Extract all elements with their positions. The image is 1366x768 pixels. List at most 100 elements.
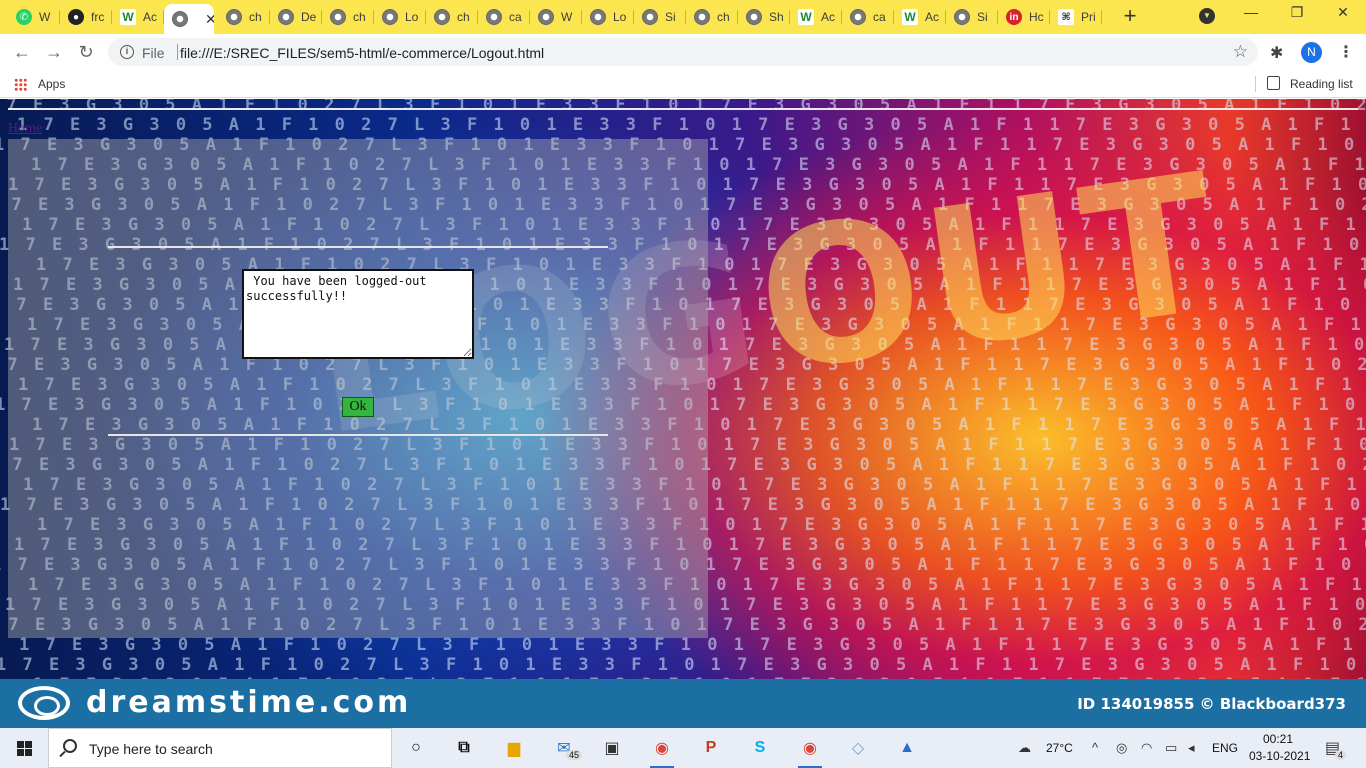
search-icon <box>63 739 77 753</box>
tab[interactable]: ca <box>478 4 530 30</box>
extensions-icon[interactable]: ✱ <box>1270 43 1283 63</box>
tab-close-icon[interactable]: ✕ <box>205 11 214 28</box>
language-indicator[interactable]: ENG <box>1212 741 1238 755</box>
tab[interactable]: Lo <box>582 4 634 30</box>
tab-title: W <box>39 10 51 24</box>
chrome-page-icon <box>746 9 762 25</box>
store-icon[interactable]: ▣ <box>598 734 626 762</box>
minimize-button[interactable]: — <box>1228 4 1274 28</box>
chrome-page-icon <box>278 9 294 25</box>
chrome-page-icon <box>850 9 866 25</box>
apps-bookmark[interactable]: Apps <box>38 77 65 91</box>
wifi-icon[interactable]: ◠ <box>1141 740 1152 756</box>
tab-title: Pri <box>1081 10 1096 24</box>
tab[interactable]: ch <box>686 4 738 30</box>
windows-logo-icon <box>17 741 24 748</box>
start-button[interactable] <box>0 728 48 768</box>
window-close-button[interactable]: ✕ <box>1320 4 1366 28</box>
tab-title: Ac <box>821 10 836 24</box>
home-link[interactable]: Home <box>8 121 42 137</box>
info-icon[interactable]: i <box>120 45 134 59</box>
tab[interactable]: ✕ <box>164 4 214 34</box>
photos-icon[interactable]: ▲ <box>893 734 921 762</box>
in-icon: in <box>1006 9 1022 25</box>
reload-button[interactable]: ↻ <box>74 41 98 63</box>
tab-title: Ac <box>925 10 940 24</box>
watermark-bar: dreamstime.com ID 134019855 © Blackboard… <box>0 679 1366 728</box>
tab[interactable]: in Hc <box>998 4 1050 30</box>
tab[interactable]: ch <box>322 4 374 30</box>
tab-separator <box>1101 10 1102 24</box>
panel-rule-top <box>108 246 608 248</box>
taskbar: Type here to search ○ ⧉ ▆ ✉ ▣ ◉ P S ◉ ◇ ▲ 45 ☁ 27°… <box>0 728 1366 768</box>
tab-title: Ac <box>143 10 158 24</box>
weather-icon[interactable]: ☁ <box>1018 740 1031 756</box>
chrome-page-icon <box>694 9 710 25</box>
pr-icon: ⌘ <box>1058 9 1074 25</box>
chrome-icon[interactable]: ◉ <box>648 734 676 768</box>
tab-title: Lo <box>405 10 419 24</box>
w-icon: W <box>902 9 918 25</box>
logout-message-textarea[interactable]: You have been logged-out successfully!! <box>242 269 474 359</box>
forward-button[interactable]: → <box>42 41 66 63</box>
watermark-site: dreamstime.com <box>86 685 412 720</box>
browser-toolbar: ← → ↻ i File file:///E:/SREC_FILES/sem5-… <box>0 34 1366 70</box>
new-tab-button[interactable]: + <box>1119 5 1141 28</box>
restore-button[interactable]: ❐ <box>1274 4 1320 28</box>
cortana-icon[interactable]: ○ <box>402 734 430 762</box>
windows-logo-icon <box>25 741 32 748</box>
skype-icon[interactable]: S <box>746 734 774 762</box>
tab[interactable]: ✆ W <box>8 4 60 30</box>
reading-list-button[interactable]: Reading list <box>1290 77 1353 91</box>
tab-title: W <box>561 10 573 24</box>
clock-date[interactable]: 03-10-2021 <box>1249 749 1310 763</box>
tab[interactable]: De <box>270 4 322 30</box>
bookmark-star-icon[interactable]: ☆ <box>1233 42 1248 62</box>
ok-button[interactable]: Ok <box>342 397 374 417</box>
back-button[interactable]: ← <box>10 41 34 63</box>
tab[interactable]: ch <box>218 4 270 30</box>
file-explorer-icon[interactable]: ▆ <box>500 734 528 762</box>
antivirus-icon[interactable]: ◎ <box>1116 740 1127 756</box>
tab[interactable]: ca <box>842 4 894 30</box>
powerpoint-icon[interactable]: P <box>697 734 725 762</box>
clock-time[interactable]: 00:21 <box>1263 732 1293 746</box>
scheme-label: File <box>142 45 165 61</box>
windows-logo-icon <box>17 749 24 756</box>
mail-badge: 45 <box>566 750 583 760</box>
address-bar[interactable]: i File file:///E:/SREC_FILES/sem5-html/e… <box>108 38 1258 66</box>
tab[interactable]: W <box>530 4 582 30</box>
tab[interactable]: Si <box>946 4 998 30</box>
browser-menu-icon[interactable]: ⋮ <box>1338 42 1354 62</box>
app-icon[interactable]: ◇ <box>844 734 872 762</box>
weather-temp[interactable]: 27°C <box>1046 741 1073 755</box>
tab-strip: ✆ W ● frc W Ac ✕ ch De ch Lo ch ca W Lo Si ch Sh W Ac ca W Ac S… <box>0 0 1366 34</box>
apps-grid-icon[interactable] <box>14 78 27 91</box>
tab-title: Si <box>977 10 988 24</box>
chevron-up-icon[interactable]: ^ <box>1092 740 1098 755</box>
chrome-page-icon <box>590 9 606 25</box>
task-view-icon[interactable]: ⧉ <box>450 734 478 762</box>
chrome-profile-icon[interactable]: ◉ <box>796 734 824 768</box>
tab[interactable]: Si <box>634 4 686 30</box>
tab[interactable]: ch <box>426 4 478 30</box>
tab-title: ch <box>249 10 262 24</box>
tab[interactable]: Lo <box>374 4 426 30</box>
chrome-page-icon <box>382 9 398 25</box>
tab[interactable]: Sh <box>738 4 790 30</box>
tab[interactable]: ⌘ Pri <box>1050 4 1102 30</box>
tab-title: De <box>301 10 317 24</box>
tab[interactable]: W Ac <box>894 4 946 30</box>
meet-now-icon[interactable]: ▭ <box>1165 740 1177 756</box>
tab[interactable]: ● frc <box>60 4 112 30</box>
tab[interactable]: W Ac <box>112 4 164 30</box>
tab[interactable]: W Ac <box>790 4 842 30</box>
url-text[interactable]: file:///E:/SREC_FILES/sem5-html/e-commer… <box>180 45 544 61</box>
tab-search-icon[interactable]: ▼ <box>1199 8 1215 24</box>
reading-list-icon[interactable] <box>1267 76 1280 90</box>
profile-avatar[interactable]: N <box>1301 42 1322 63</box>
volume-icon[interactable]: ◂ <box>1188 740 1195 756</box>
top-horizontal-rule <box>8 108 1358 110</box>
chrome-page-icon <box>954 9 970 25</box>
taskbar-search[interactable]: Type here to search <box>48 728 392 768</box>
